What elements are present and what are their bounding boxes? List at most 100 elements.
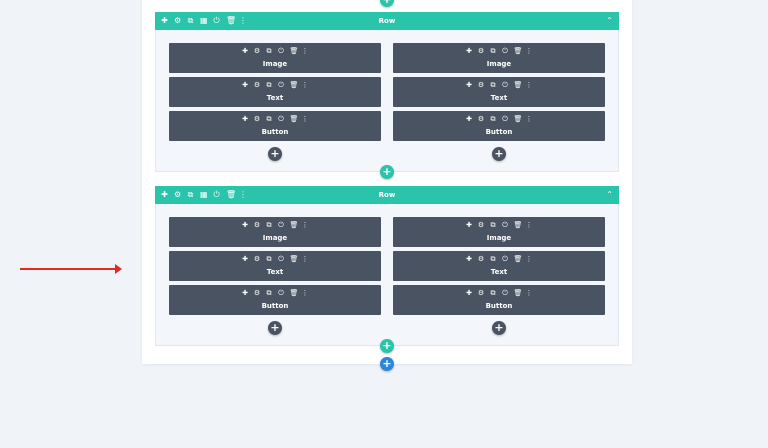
trash-icon[interactable]: 🗑	[514, 288, 523, 298]
gear-icon[interactable]: ⚙	[478, 220, 485, 230]
trash-icon[interactable]: 🗑	[290, 114, 299, 124]
duplicate-icon[interactable]: ⧉	[490, 220, 497, 230]
move-icon[interactable]: ✚	[466, 288, 473, 298]
trash-icon[interactable]: 🗑	[514, 254, 523, 264]
gear-icon[interactable]: ⚙	[254, 254, 261, 264]
add-row-button[interactable]: +	[380, 339, 394, 353]
move-icon[interactable]: ✚	[466, 80, 473, 90]
move-icon[interactable]: ✚	[242, 220, 249, 230]
more-icon[interactable]: ⋮	[526, 220, 533, 230]
gear-icon[interactable]: ⚙	[254, 288, 261, 298]
gear-icon[interactable]: ⚙	[254, 220, 261, 230]
plus-icon: +	[494, 147, 504, 160]
duplicate-icon[interactable]: ⧉	[266, 46, 273, 56]
power-icon[interactable]: ⏻	[502, 46, 509, 56]
move-icon[interactable]: ✚	[466, 220, 473, 230]
move-icon[interactable]: ✚	[242, 254, 249, 264]
plus-icon: +	[382, 339, 392, 352]
more-icon[interactable]: ⋮	[526, 114, 533, 124]
more-icon[interactable]: ⋮	[302, 80, 309, 90]
module-text[interactable]: ✚ ⚙ ⧉ ⏻ 🗑 ⋮ Text	[169, 251, 381, 281]
duplicate-icon[interactable]: ⧉	[266, 220, 273, 230]
move-icon[interactable]: ✚	[242, 46, 249, 56]
power-icon[interactable]: ⏻	[278, 288, 285, 298]
module-text[interactable]: ✚ ⚙ ⧉ ⏻ 🗑 ⋮ Text	[169, 77, 381, 107]
add-module-button[interactable]: +	[492, 321, 506, 335]
move-icon[interactable]: ✚	[242, 80, 249, 90]
duplicate-icon[interactable]: ⧉	[266, 288, 273, 298]
row-1: ✚ ⚙ ⧉ ▦ ⏻ 🗑 ⋮ Row ⌃ ✚ ⚙ ⧉ ⏻ 🗑 ⋮ Image ✚ ⚙ ⧉ ⏻ 🗑 ⋮ …	[155, 12, 619, 172]
duplicate-icon[interactable]: ⧉	[490, 46, 497, 56]
add-section-button[interactable]: +	[380, 357, 394, 371]
power-icon[interactable]: ⏻	[502, 114, 509, 124]
module-text[interactable]: ✚ ⚙ ⧉ ⏻ 🗑 ⋮ Text	[393, 77, 605, 107]
power-icon[interactable]: ⏻	[502, 254, 509, 264]
duplicate-icon[interactable]: ⧉	[490, 80, 497, 90]
gear-icon[interactable]: ⚙	[254, 114, 261, 124]
collapse-icon[interactable]: ⌃	[606, 186, 613, 204]
power-icon[interactable]: ⏻	[278, 254, 285, 264]
move-icon[interactable]: ✚	[242, 114, 249, 124]
trash-icon[interactable]: 🗑	[514, 220, 523, 230]
duplicate-icon[interactable]: ⧉	[490, 114, 497, 124]
module-label: Image	[486, 234, 512, 242]
module-button[interactable]: ✚ ⚙ ⧉ ⏻ 🗑 ⋮ Button	[169, 285, 381, 315]
duplicate-icon[interactable]: ⧉	[266, 80, 273, 90]
more-icon[interactable]: ⋮	[302, 46, 309, 56]
duplicate-icon[interactable]: ⧉	[266, 114, 273, 124]
gear-icon[interactable]: ⚙	[478, 46, 485, 56]
add-row-button[interactable]: +	[380, 165, 394, 179]
gear-icon[interactable]: ⚙	[478, 114, 485, 124]
more-icon[interactable]: ⋮	[526, 288, 533, 298]
trash-icon[interactable]: 🗑	[290, 46, 299, 56]
power-icon[interactable]: ⏻	[278, 80, 285, 90]
gear-icon[interactable]: ⚙	[478, 254, 485, 264]
move-icon[interactable]: ✚	[466, 46, 473, 56]
add-module-button[interactable]: +	[268, 321, 282, 335]
power-icon[interactable]: ⏻	[502, 80, 509, 90]
gear-icon[interactable]: ⚙	[478, 288, 485, 298]
more-icon[interactable]: ⋮	[302, 114, 309, 124]
move-icon[interactable]: ✚	[242, 288, 249, 298]
more-icon[interactable]: ⋮	[302, 220, 309, 230]
trash-icon[interactable]: 🗑	[514, 114, 523, 124]
trash-icon[interactable]: 🗑	[290, 254, 299, 264]
more-icon[interactable]: ⋮	[526, 46, 533, 56]
module-image[interactable]: ✚ ⚙ ⧉ ⏻ 🗑 ⋮ Image	[169, 43, 381, 73]
duplicate-icon[interactable]: ⧉	[266, 254, 273, 264]
trash-icon[interactable]: 🗑	[290, 288, 299, 298]
gear-icon[interactable]: ⚙	[254, 80, 261, 90]
power-icon[interactable]: ⏻	[278, 220, 285, 230]
module-image[interactable]: ✚ ⚙ ⧉ ⏻ 🗑 ⋮ Image	[169, 217, 381, 247]
module-button[interactable]: ✚ ⚙ ⧉ ⏻ 🗑 ⋮ Button	[393, 285, 605, 315]
module-label: Image	[262, 234, 288, 242]
more-icon[interactable]: ⋮	[526, 80, 533, 90]
module-button[interactable]: ✚ ⚙ ⧉ ⏻ 🗑 ⋮ Button	[393, 111, 605, 141]
move-icon[interactable]: ✚	[466, 114, 473, 124]
module-button[interactable]: ✚ ⚙ ⧉ ⏻ 🗑 ⋮ Button	[169, 111, 381, 141]
trash-icon[interactable]: 🗑	[514, 46, 523, 56]
module-label: Text	[266, 94, 284, 102]
more-icon[interactable]: ⋮	[302, 288, 309, 298]
module-text[interactable]: ✚ ⚙ ⧉ ⏻ 🗑 ⋮ Text	[393, 251, 605, 281]
module-image[interactable]: ✚ ⚙ ⧉ ⏻ 🗑 ⋮ Image	[393, 217, 605, 247]
add-module-button[interactable]: +	[268, 147, 282, 161]
trash-icon[interactable]: 🗑	[290, 220, 299, 230]
collapse-icon[interactable]: ⌃	[606, 12, 613, 30]
trash-icon[interactable]: 🗑	[290, 80, 299, 90]
trash-icon[interactable]: 🗑	[514, 80, 523, 90]
gear-icon[interactable]: ⚙	[254, 46, 261, 56]
module-image[interactable]: ✚ ⚙ ⧉ ⏻ 🗑 ⋮ Image	[393, 43, 605, 73]
power-icon[interactable]: ⏻	[278, 114, 285, 124]
more-icon[interactable]: ⋮	[526, 254, 533, 264]
duplicate-icon[interactable]: ⧉	[490, 288, 497, 298]
more-icon[interactable]: ⋮	[302, 254, 309, 264]
power-icon[interactable]: ⏻	[278, 46, 285, 56]
module-label: Image	[486, 60, 512, 68]
power-icon[interactable]: ⏻	[502, 220, 509, 230]
move-icon[interactable]: ✚	[466, 254, 473, 264]
gear-icon[interactable]: ⚙	[478, 80, 485, 90]
power-icon[interactable]: ⏻	[502, 288, 509, 298]
add-module-button[interactable]: +	[492, 147, 506, 161]
duplicate-icon[interactable]: ⧉	[490, 254, 497, 264]
